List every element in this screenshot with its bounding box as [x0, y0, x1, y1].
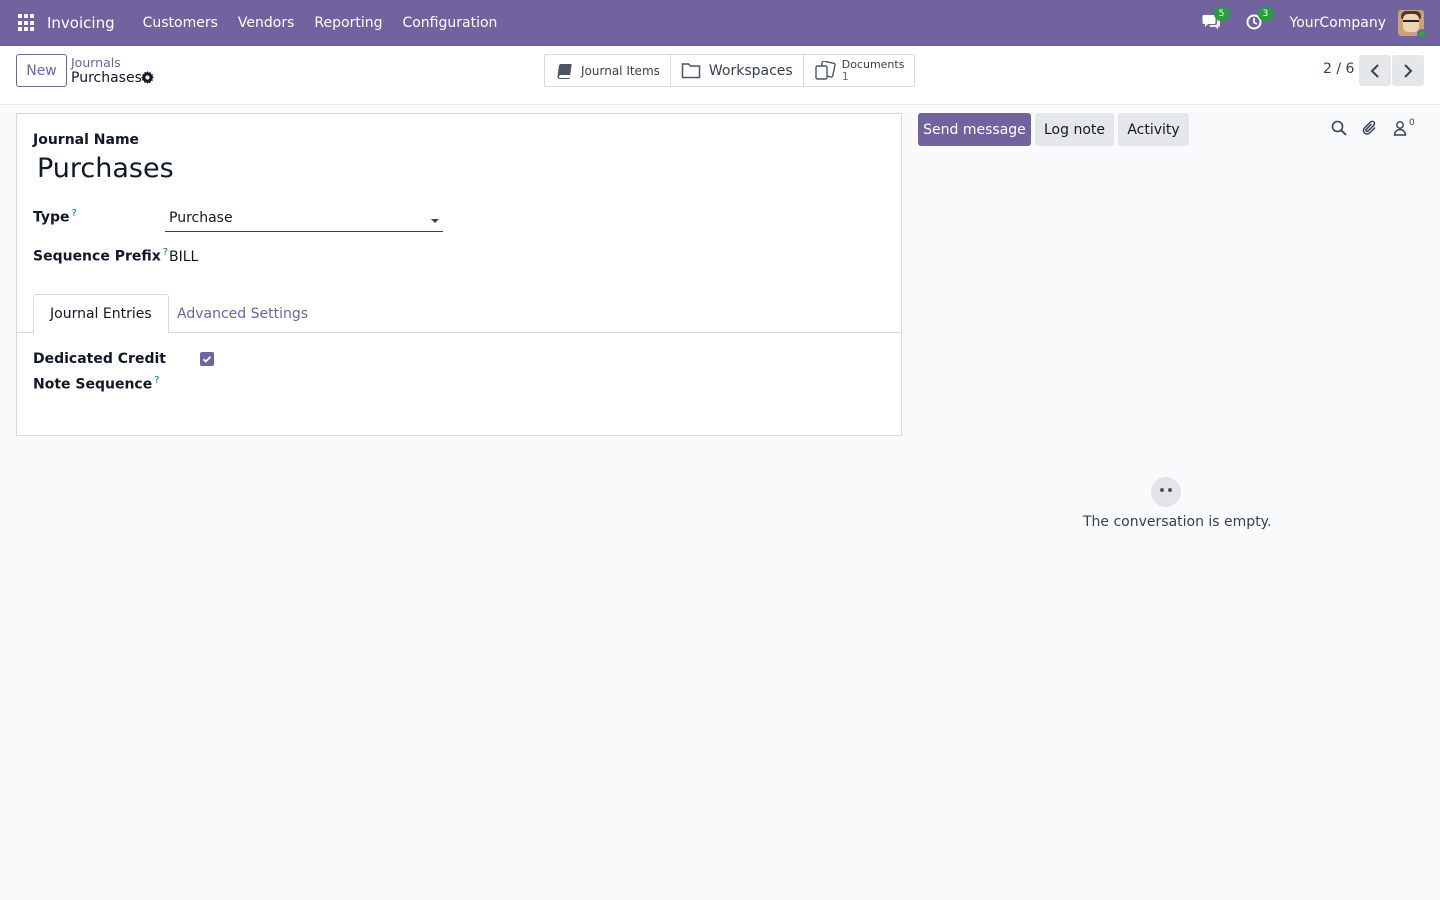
notebook-tabs: Journal Entries Advanced Settings — [17, 294, 901, 334]
new-button[interactable]: New — [16, 54, 67, 87]
type-label: Type? — [33, 208, 77, 226]
chevron-left-icon — [1370, 63, 1379, 78]
pager-previous-button[interactable] — [1359, 55, 1391, 86]
documents-count: 1 — [841, 69, 849, 83]
messages-button[interactable]: 5 — [1202, 7, 1230, 34]
gear-icon[interactable] — [141, 71, 154, 84]
paperclip-icon[interactable] — [1362, 120, 1378, 136]
credit-note-help-icon[interactable]: ? — [154, 375, 159, 386]
folder-icon — [681, 63, 701, 79]
pager-next-button[interactable] — [1392, 55, 1424, 86]
activities-badge: 3 — [1257, 7, 1274, 21]
menu-vendors[interactable]: Vendors — [228, 15, 304, 31]
journal-name-label: Journal Name — [33, 132, 140, 148]
online-status-icon — [1417, 29, 1427, 39]
app-brand[interactable]: Invoicing — [47, 14, 115, 32]
menu-customers[interactable]: Customers — [133, 15, 228, 31]
pager-value[interactable]: 2 / 6 — [1323, 61, 1354, 77]
type-help-icon[interactable]: ? — [72, 208, 77, 219]
credit-note-label: Dedicated Credit Note Sequence? — [33, 351, 166, 393]
caret-down-icon — [431, 219, 439, 223]
journal-name-input[interactable]: Purchases — [37, 153, 174, 184]
journal-items-label: Journal Items — [581, 63, 660, 78]
empty-conversation-icon — [1151, 477, 1181, 507]
form-sheet: Journal Name Purchases Type? Purchase Se… — [16, 113, 902, 436]
followers-icon[interactable] — [1393, 120, 1407, 136]
journal-items-button[interactable]: Journal Items — [545, 55, 671, 86]
type-select[interactable]: Purchase — [165, 208, 443, 232]
followers-count: 0 — [1409, 118, 1415, 128]
checkmark-icon — [202, 356, 212, 363]
messages-badge: 5 — [1213, 7, 1230, 21]
empty-conversation-text: The conversation is empty. — [1083, 514, 1272, 530]
menu-reporting[interactable]: Reporting — [304, 15, 392, 31]
credit-note-checkbox[interactable] — [200, 352, 214, 366]
activities-button[interactable]: 3 — [1246, 7, 1274, 34]
book-icon — [557, 63, 572, 79]
user-avatar[interactable] — [1398, 10, 1427, 39]
breadcrumb-current: Purchases — [71, 70, 142, 86]
chevron-right-icon — [1404, 63, 1413, 78]
documents-label: Documents — [841, 57, 905, 71]
tab-journal-entries[interactable]: Journal Entries — [33, 294, 169, 334]
activity-button[interactable]: Activity — [1118, 113, 1189, 146]
log-note-button[interactable]: Log note — [1035, 113, 1114, 146]
smart-buttons: Journal Items Workspaces Documents 1 — [544, 54, 916, 87]
sequence-prefix-help-icon[interactable]: ? — [163, 247, 168, 258]
type-value: Purchase — [169, 210, 233, 226]
workspaces-button[interactable]: Workspaces — [671, 55, 804, 86]
sequence-prefix-label: Sequence Prefix? — [33, 247, 169, 265]
send-message-button[interactable]: Send message — [918, 113, 1031, 146]
documents-icon — [815, 60, 836, 80]
tab-advanced-settings[interactable]: Advanced Settings — [161, 294, 324, 334]
workspaces-label: Workspaces — [708, 62, 793, 79]
top-navbar: Invoicing Customers Vendors Reporting Co… — [0, 0, 1440, 46]
sequence-prefix-input[interactable]: BILL — [169, 249, 198, 265]
company-switcher[interactable]: YourCompany — [1290, 15, 1387, 31]
control-panel: New Journals Purchases Journal Items Wor… — [0, 46, 1440, 105]
documents-button[interactable]: Documents 1 — [804, 55, 915, 86]
main-menu: Customers Vendors Reporting Configuratio… — [133, 15, 508, 31]
search-icon[interactable] — [1331, 120, 1347, 136]
apps-grid-icon[interactable] — [18, 14, 36, 32]
breadcrumb-journals[interactable]: Journals — [71, 55, 121, 70]
navbar-right: 5 3 YourCompany — [1202, 0, 1427, 46]
menu-configuration[interactable]: Configuration — [392, 15, 507, 31]
